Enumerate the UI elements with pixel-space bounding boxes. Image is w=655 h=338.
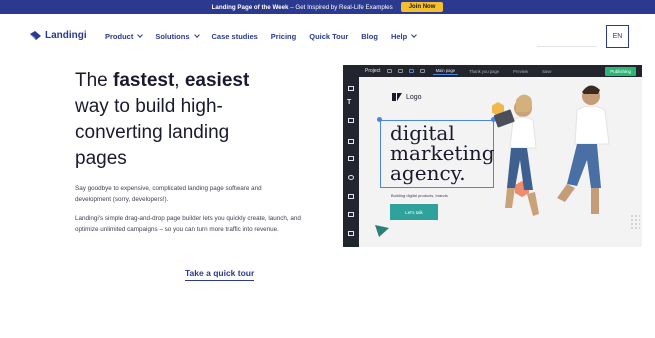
- chevron-down-icon: [137, 32, 144, 38]
- editor-publish-badge: Publishing: [605, 67, 636, 76]
- editor-tab-main: Main page: [432, 67, 459, 75]
- desktop-icon: [408, 69, 414, 73]
- landingi-logo-icon: [30, 31, 41, 40]
- hero-paragraph-2: Landingi's simple drag-and-drop page bui…: [75, 215, 301, 233]
- search-underline[interactable]: [537, 46, 597, 47]
- hero-title: The fastest, easiest way to build high-c…: [75, 70, 250, 169]
- canvas-logo: Logo: [392, 93, 422, 101]
- main-nav: Landingi Product Solutions Case studies …: [0, 14, 655, 58]
- teal-triangle-decoration: [375, 225, 389, 237]
- image-icon: [348, 194, 354, 199]
- chevron-down-icon: [411, 32, 418, 38]
- nav-item-product[interactable]: Product: [105, 32, 144, 41]
- nav-item-case-studies[interactable]: Case studies: [212, 32, 258, 41]
- editor-device-tools: [386, 69, 425, 73]
- hero-paragraph-1: Say goodbye to expensive, complicated la…: [75, 185, 262, 203]
- editor-tab-thankyou: Thank you page: [469, 68, 500, 74]
- logo-mark-icon: [392, 93, 402, 101]
- button-icon: [348, 139, 354, 144]
- language-switcher[interactable]: EN: [606, 25, 629, 48]
- editor-save-label: Save: [542, 68, 552, 74]
- announcement-text[interactable]: Landing Page of the Week – Get Inspired …: [212, 4, 393, 11]
- canvas-subline: Building digital products, brands: [391, 193, 448, 198]
- editor-toolbar: Project Main page Thank you page Preview…: [343, 65, 642, 77]
- video-icon: [348, 231, 354, 236]
- editor-preview-label: Preview: [513, 68, 529, 74]
- nav-item-help[interactable]: Help: [391, 32, 418, 41]
- nav-item-solutions[interactable]: Solutions: [155, 32, 200, 41]
- nav-item-quick-tour[interactable]: Quick Tour: [309, 32, 348, 41]
- editor-sidebar: T: [343, 77, 359, 247]
- announcement-lead: Landing Page of the Week: [211, 3, 289, 11]
- editor-project-label: Project: [365, 68, 381, 74]
- form-icon: [348, 156, 354, 161]
- brand-logo[interactable]: Landingi: [30, 30, 87, 41]
- undo-icon: [386, 69, 392, 73]
- nav-item-pricing[interactable]: Pricing: [271, 32, 296, 41]
- nav-menu: Product Solutions Case studies Pricing Q…: [105, 32, 429, 41]
- jumping-people-illustration: [493, 85, 610, 216]
- announcement-bar: Landing Page of the Week – Get Inspired …: [0, 0, 655, 14]
- redo-icon: [397, 69, 403, 73]
- brand-name: Landingi: [45, 30, 87, 41]
- resize-handle-left: [377, 117, 382, 122]
- join-now-button[interactable]: Join Now: [400, 2, 444, 12]
- block-icon: [348, 118, 354, 123]
- timer-icon: [348, 175, 354, 180]
- text-icon: T: [347, 99, 352, 106]
- nav-item-blog[interactable]: Blog: [361, 32, 378, 41]
- dot-pattern: [630, 214, 640, 230]
- canvas-cta-button: Let's talk: [390, 204, 438, 220]
- chevron-down-icon: [193, 32, 200, 38]
- announcement-rest: – Get Inspired by Real-Life Examples: [288, 3, 393, 11]
- widgets-icon: [348, 212, 354, 217]
- mobile-icon: [419, 69, 425, 73]
- quick-tour-link[interactable]: Take a quick tour: [185, 268, 255, 281]
- canvas-logo-text: Logo: [406, 93, 422, 101]
- section-icon: [348, 86, 354, 91]
